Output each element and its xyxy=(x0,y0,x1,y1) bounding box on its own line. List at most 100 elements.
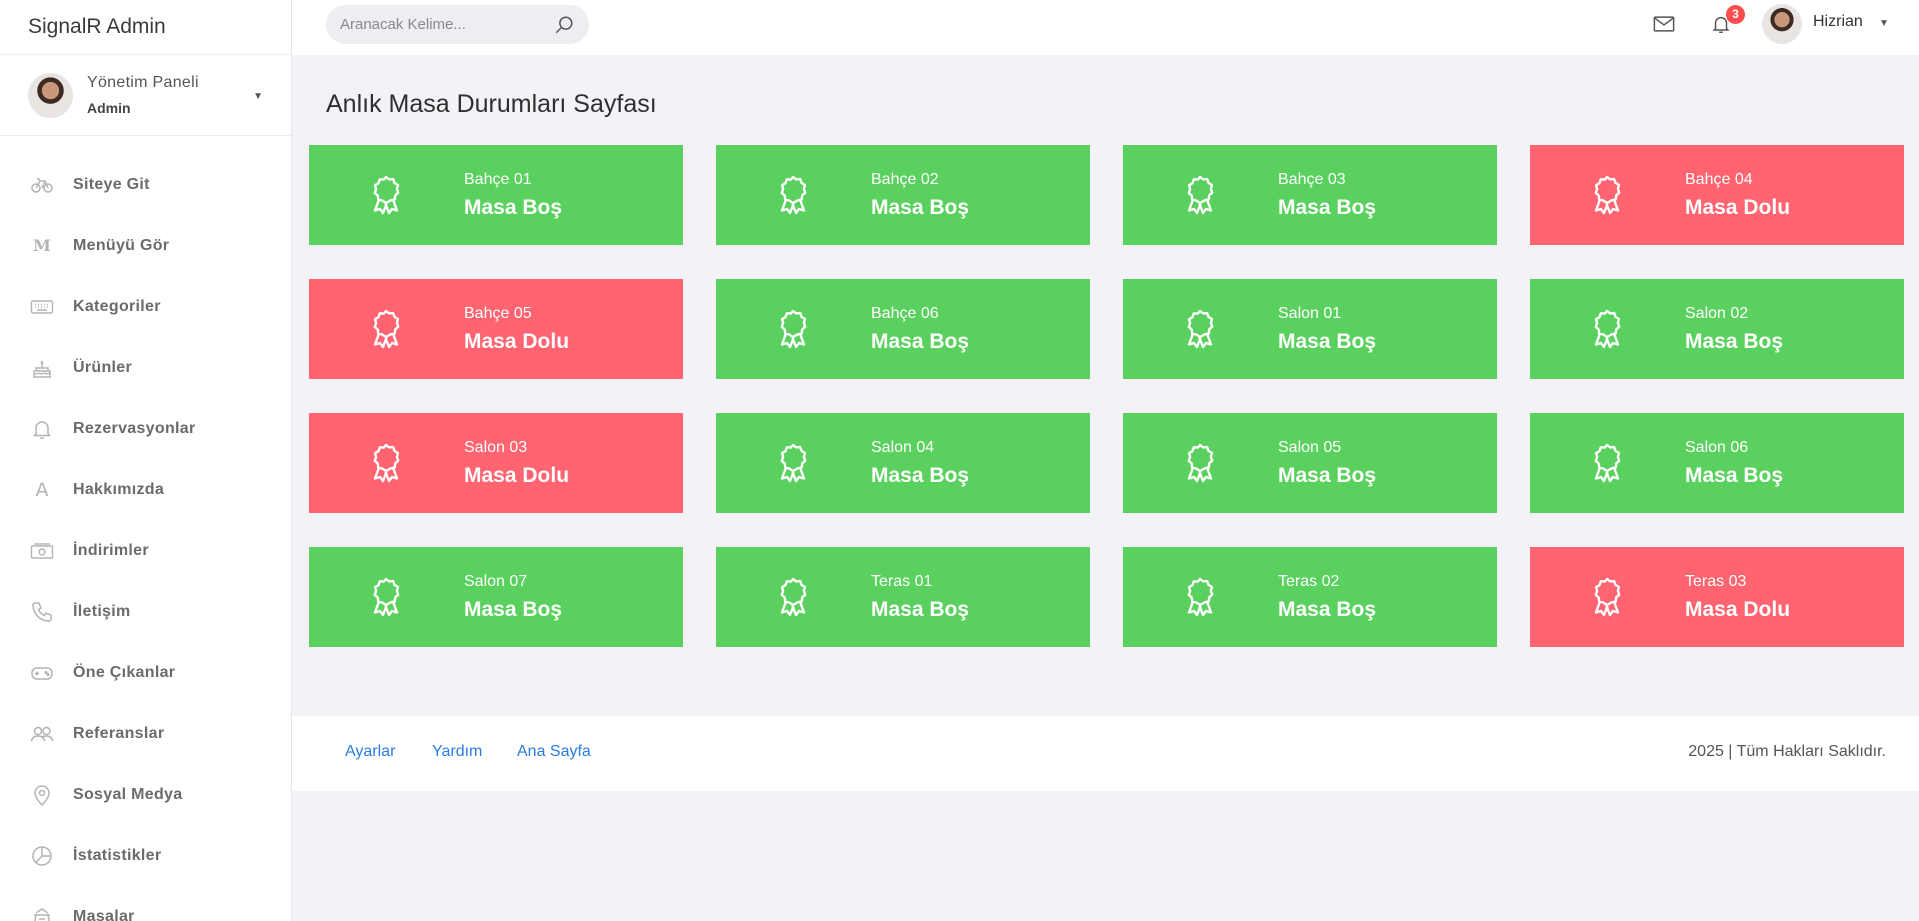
award-ribbon-icon xyxy=(364,575,408,619)
phone-icon xyxy=(28,600,56,624)
sidebar-item-indirimler[interactable]: İndirimler xyxy=(0,520,291,581)
sidebar-menu: Siteye Git M Menüyü Gör Kategoriler Ürün… xyxy=(0,136,291,921)
table-tile[interactable]: Teras 01 Masa Boş xyxy=(716,547,1090,647)
table-tile[interactable]: Bahçe 03 Masa Boş xyxy=(1123,145,1497,245)
sidebar-item-label: Öne Çıkanlar xyxy=(73,663,176,681)
caret-down-icon[interactable]: ▼ xyxy=(253,91,263,102)
sidebar-item-label: Sosyal Medya xyxy=(73,785,183,803)
cash-icon xyxy=(28,539,56,563)
table-status: Masa Boş xyxy=(464,196,563,219)
table-tile[interactable]: Salon 01 Masa Boş xyxy=(1123,279,1497,379)
table-name: Salon 04 xyxy=(871,439,935,456)
table-name: Teras 02 xyxy=(1278,573,1340,590)
table-status: Masa Boş xyxy=(464,598,563,621)
table-name: Salon 01 xyxy=(1278,305,1342,322)
sidebar-item-one-cikanlar[interactable]: Öne Çıkanlar xyxy=(0,642,291,703)
profile-role: Admin xyxy=(87,100,131,116)
table-status: Masa Boş xyxy=(871,464,970,487)
sidebar-item-siteye-git[interactable]: Siteye Git xyxy=(0,154,291,215)
table-name: Bahçe 04 xyxy=(1685,171,1753,188)
search-icon[interactable] xyxy=(553,14,575,36)
users-icon xyxy=(28,722,56,746)
sidebar-item-rezervasyonlar[interactable]: Rezervasyonlar xyxy=(0,398,291,459)
table-name: Salon 05 xyxy=(1278,439,1342,456)
table-name: Bahçe 03 xyxy=(1278,171,1346,188)
copyright-text: 2025 | Tüm Hakları Saklıdır. xyxy=(1688,743,1886,760)
sidebar-item-masalar[interactable]: Masalar xyxy=(0,886,291,921)
table-status: Masa Dolu xyxy=(1685,196,1791,219)
sidebar-item-menuyu-gor[interactable]: M Menüyü Gör xyxy=(0,215,291,276)
award-ribbon-icon xyxy=(1585,575,1629,619)
mail-icon[interactable] xyxy=(1653,14,1675,34)
profile-text: Yönetim Paneli Admin xyxy=(87,74,199,116)
award-ribbon-icon xyxy=(364,173,408,217)
table-name: Bahçe 06 xyxy=(871,305,939,322)
letter-a-icon: A xyxy=(35,478,49,501)
award-ribbon-icon xyxy=(1178,575,1222,619)
table-status: Masa Dolu xyxy=(464,330,570,353)
sidebar-item-label: Referanslar xyxy=(73,724,165,742)
footer-link-yardim[interactable]: Yardım xyxy=(432,743,482,761)
table-name: Bahçe 02 xyxy=(871,171,939,188)
gamepad-icon xyxy=(28,661,56,685)
table-tile[interactable]: Bahçe 06 Masa Boş xyxy=(716,279,1090,379)
table-name: Salon 02 xyxy=(1685,305,1749,322)
sidebar-profile[interactable]: Yönetim Paneli Admin ▼ xyxy=(0,55,291,136)
table-name: Teras 01 xyxy=(871,573,933,590)
profile-avatar xyxy=(28,72,73,118)
sidebar-item-label: Masalar xyxy=(73,907,135,921)
table-status: Masa Boş xyxy=(1685,464,1784,487)
bicycle-icon xyxy=(28,173,56,197)
award-ribbon-icon xyxy=(1178,307,1222,351)
topbar: 3 Hizrian ▼ xyxy=(292,0,1919,55)
user-avatar[interactable] xyxy=(1762,4,1802,44)
cake-icon xyxy=(28,356,56,380)
table-tile[interactable]: Bahçe 02 Masa Boş xyxy=(716,145,1090,245)
sidebar-item-istatistikler[interactable]: İstatistikler xyxy=(0,825,291,886)
user-name[interactable]: Hizrian xyxy=(1813,13,1863,31)
sidebar-item-iletisim[interactable]: İletişim xyxy=(0,581,291,642)
table-name: Bahçe 01 xyxy=(464,171,532,188)
sidebar-item-kategoriler[interactable]: Kategoriler xyxy=(0,276,291,337)
award-ribbon-icon xyxy=(771,441,815,485)
table-tile[interactable]: Teras 02 Masa Boş xyxy=(1123,547,1497,647)
map-pin-icon xyxy=(28,783,56,807)
sidebar-item-label: Ürünler xyxy=(73,358,132,376)
notification-badge: 3 xyxy=(1726,5,1745,24)
table-tile[interactable]: Salon 06 Masa Boş xyxy=(1530,413,1904,513)
table-tile[interactable]: Bahçe 04 Masa Dolu xyxy=(1530,145,1904,245)
brand-title[interactable]: SignalR Admin xyxy=(0,0,291,55)
table-tile[interactable]: Salon 04 Masa Boş xyxy=(716,413,1090,513)
table-name: Bahçe 05 xyxy=(464,305,532,322)
footer-link-ayarlar[interactable]: Ayarlar xyxy=(345,743,395,761)
table-status: Masa Boş xyxy=(871,330,970,353)
footer-link-ana-sayfa[interactable]: Ana Sayfa xyxy=(517,743,591,761)
table-name: Salon 06 xyxy=(1685,439,1749,456)
sidebar-item-urunler[interactable]: Ürünler xyxy=(0,337,291,398)
caret-down-icon[interactable]: ▼ xyxy=(1879,18,1889,29)
pie-chart-icon xyxy=(28,844,56,868)
table-tile[interactable]: Bahçe 01 Masa Boş xyxy=(309,145,683,245)
award-ribbon-icon xyxy=(771,307,815,351)
table-status: Masa Boş xyxy=(1278,330,1377,353)
table-icon xyxy=(28,905,56,921)
sidebar-item-hakkimizda[interactable]: A Hakkımızda xyxy=(0,459,291,520)
sidebar-item-referanslar[interactable]: Referanslar xyxy=(0,703,291,764)
award-ribbon-icon xyxy=(364,441,408,485)
sidebar-item-sosyal-medya[interactable]: Sosyal Medya xyxy=(0,764,291,825)
table-tile[interactable]: Salon 03 Masa Dolu xyxy=(309,413,683,513)
table-tile[interactable]: Teras 03 Masa Dolu xyxy=(1530,547,1904,647)
sidebar-item-label: İstatistikler xyxy=(73,846,162,864)
table-tile[interactable]: Bahçe 05 Masa Dolu xyxy=(309,279,683,379)
search-bar xyxy=(326,5,589,44)
table-tile[interactable]: Salon 07 Masa Boş xyxy=(309,547,683,647)
bell-icon xyxy=(28,417,56,441)
table-tile[interactable]: Salon 05 Masa Boş xyxy=(1123,413,1497,513)
table-name: Salon 03 xyxy=(464,439,528,456)
table-tile[interactable]: Salon 02 Masa Boş xyxy=(1530,279,1904,379)
table-status: Masa Boş xyxy=(871,598,970,621)
award-ribbon-icon xyxy=(1178,441,1222,485)
search-input[interactable] xyxy=(340,16,540,33)
table-status: Masa Dolu xyxy=(1685,598,1791,621)
sidebar-item-label: Hakkımızda xyxy=(73,480,165,498)
